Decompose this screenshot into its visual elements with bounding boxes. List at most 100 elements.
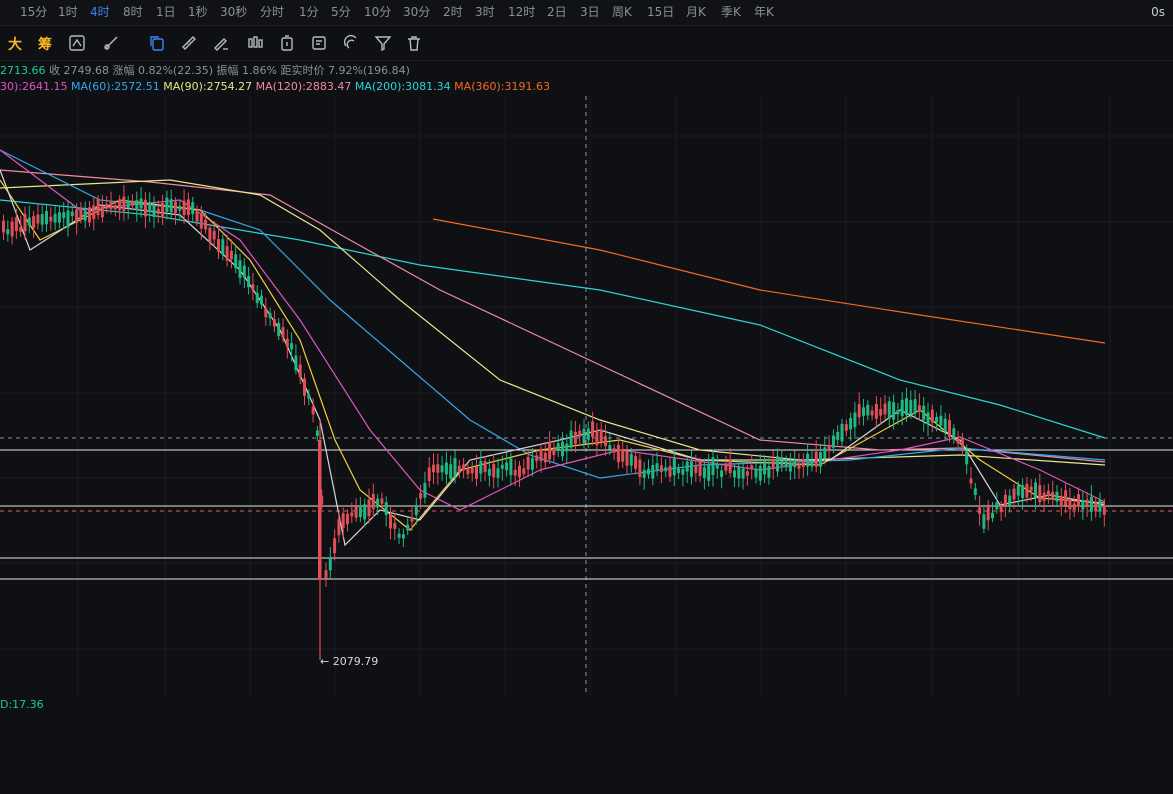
candle-body — [883, 403, 887, 415]
timeframe-tab[interactable]: 2时 — [443, 0, 463, 24]
candle-body — [1008, 495, 1012, 506]
candle-body — [823, 447, 827, 459]
candle-body — [449, 464, 453, 479]
countdown-label: 0s — [1151, 5, 1165, 19]
candle-body — [225, 246, 229, 261]
timeframe-tab[interactable]: 周K — [612, 0, 632, 24]
candle-body — [741, 468, 745, 479]
candle-body — [561, 441, 564, 457]
candle-body — [655, 463, 659, 471]
ma200-line — [0, 199, 1106, 439]
candle-body — [711, 457, 715, 476]
timeframe-tab[interactable]: 季K — [721, 0, 741, 24]
candle-body — [526, 456, 530, 470]
candle-body — [698, 461, 702, 477]
candle-body — [659, 465, 663, 473]
candles-icon[interactable] — [246, 34, 264, 52]
timeframe-tab[interactable]: 8时 — [123, 0, 143, 24]
timeframe-tab[interactable]: 月K — [686, 0, 706, 24]
filter-icon[interactable] — [374, 34, 392, 52]
candle-body — [152, 205, 156, 218]
timeframe-tab[interactable]: 12时 — [508, 0, 535, 24]
timeframe-tab[interactable]: 1日 — [156, 0, 176, 24]
timeframe-tab[interactable]: 1分 — [299, 0, 319, 24]
timeframe-tab[interactable]: 10分 — [364, 0, 391, 24]
timeframe-tab[interactable]: 15分 — [20, 0, 47, 24]
candle-body — [926, 412, 930, 425]
candle-body — [634, 456, 638, 469]
candle-body — [475, 466, 478, 479]
candle-body — [487, 468, 491, 476]
candle-body — [242, 265, 246, 278]
candle-body — [27, 217, 31, 226]
candle-body — [212, 230, 216, 240]
timeframe-tab[interactable]: 5分 — [331, 0, 351, 24]
screenshot-icon[interactable] — [68, 34, 86, 52]
candle-body — [879, 409, 883, 416]
candle-body — [982, 514, 986, 529]
indicator-settings-icon[interactable] — [102, 34, 120, 52]
candle-body — [913, 399, 917, 414]
candle-body — [247, 275, 251, 288]
distance-value: 距实时价 7.92%(196.84) — [280, 64, 410, 77]
ma-legend-item: MA(200):3081.34 — [354, 80, 455, 93]
candle-body — [423, 482, 427, 498]
timer-icon[interactable] — [278, 34, 296, 52]
candle-body — [866, 404, 870, 416]
candle-body — [1055, 491, 1059, 502]
timeframe-tab[interactable]: 3日 — [580, 0, 600, 24]
candle-body — [260, 295, 263, 305]
timeframe-tab[interactable]: 2日 — [547, 0, 567, 24]
timeframe-tab[interactable]: 30分 — [403, 0, 430, 24]
pencil-line-icon[interactable] — [212, 34, 230, 52]
candle-body — [169, 199, 173, 213]
candle-body — [384, 502, 388, 515]
candle-body — [298, 364, 302, 378]
candle-body — [728, 459, 732, 474]
candle-body — [294, 355, 298, 371]
candle-body — [840, 423, 844, 442]
candle-body — [389, 514, 392, 529]
ruler-icon[interactable] — [180, 34, 198, 52]
candle-body — [139, 198, 143, 209]
candle-body — [500, 464, 504, 469]
candle-body — [909, 400, 913, 415]
timeframe-tab[interactable]: 1秒 — [188, 0, 208, 24]
timeframe-tab[interactable]: 分时 — [260, 0, 284, 24]
candle-body — [1089, 496, 1093, 512]
candle-body — [440, 465, 444, 473]
timeframe-tab[interactable]: 15日 — [647, 0, 674, 24]
candle-body — [496, 468, 500, 478]
candle-body — [629, 453, 633, 466]
candle-body — [1077, 494, 1080, 507]
candle-body — [672, 458, 676, 476]
candle-body — [1038, 485, 1042, 503]
timeframe-tab[interactable]: 30秒 — [220, 0, 247, 24]
tool-da-button[interactable]: 大 — [8, 34, 22, 54]
candle-body — [530, 458, 534, 470]
candle-body — [346, 513, 349, 525]
candle-body — [978, 507, 982, 514]
candle-body — [905, 398, 908, 416]
copy-icon[interactable] — [148, 34, 166, 52]
candle-body — [969, 478, 973, 484]
candle-body — [234, 254, 238, 269]
candle-body — [819, 452, 822, 467]
candle-body — [702, 467, 706, 478]
open-value: 2713.66 — [0, 64, 46, 77]
tool-chou-button[interactable]: 筹 — [38, 34, 52, 54]
candle-body — [608, 445, 612, 450]
timeframe-tab[interactable]: 1时 — [58, 0, 78, 24]
price-chart[interactable]: ← 2079.79 — [0, 96, 1173, 696]
trash-icon[interactable] — [405, 34, 423, 52]
candle-body — [569, 430, 573, 448]
note-icon[interactable] — [310, 34, 328, 52]
candle-body — [371, 493, 375, 509]
candle-body — [462, 464, 466, 471]
timeframe-tab[interactable]: 3时 — [475, 0, 495, 24]
candle-body — [109, 201, 113, 210]
candle-body — [204, 219, 208, 230]
timeframe-tab[interactable]: 年K — [754, 0, 774, 24]
timeframe-tab[interactable]: 4时 — [90, 0, 110, 24]
magnet-icon[interactable] — [342, 34, 360, 52]
